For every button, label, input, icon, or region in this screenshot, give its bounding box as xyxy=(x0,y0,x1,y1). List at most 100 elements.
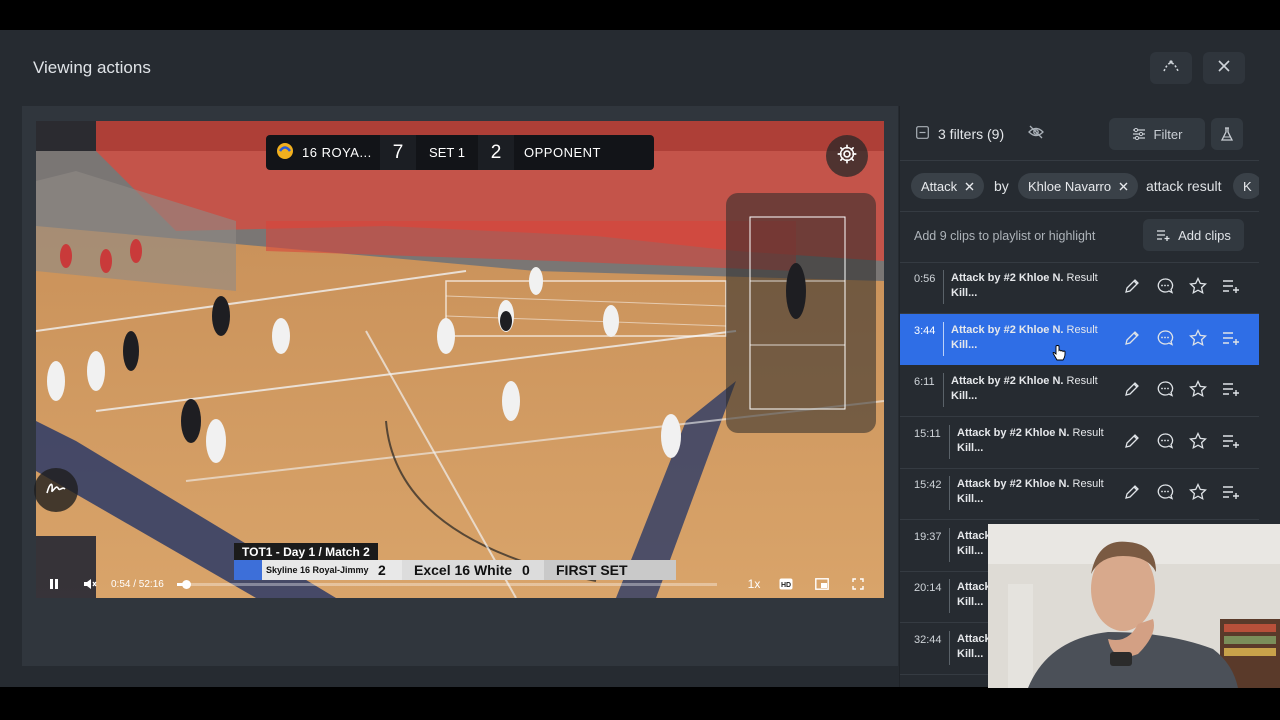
clip-result-value: Kill... xyxy=(957,493,984,505)
clip-result-value: Kill... xyxy=(951,390,978,402)
clip-result-value: Kill... xyxy=(951,338,978,351)
video-frame-image xyxy=(36,121,884,598)
quality-button[interactable]: HD xyxy=(771,578,801,590)
draw-icon xyxy=(45,480,67,501)
add-clips-button[interactable]: Add clips xyxy=(1143,219,1244,251)
scorebar-team1-name: 16 ROYA... xyxy=(302,145,372,160)
edit-icon[interactable] xyxy=(1122,379,1142,399)
filters-count-label: 3 filters (9) xyxy=(938,126,1005,142)
edit-icon[interactable] xyxy=(1122,431,1142,451)
close-button[interactable] xyxy=(1203,52,1245,84)
broadcast-event-label: TOT1 - Day 1 / Match 2 xyxy=(234,543,378,561)
sliders-icon xyxy=(1132,128,1145,140)
clip-timestamp: 32:44 xyxy=(914,633,942,646)
star-icon[interactable] xyxy=(1188,379,1208,399)
edit-icon[interactable] xyxy=(1122,276,1142,296)
comment-icon[interactable] xyxy=(1155,379,1175,399)
scorebar-score2: 2 xyxy=(478,135,514,170)
video-player[interactable] xyxy=(36,121,884,598)
chip-player[interactable]: Khloe Navarro xyxy=(1018,173,1139,199)
comment-icon[interactable] xyxy=(1155,328,1175,348)
star-icon[interactable] xyxy=(1188,482,1208,502)
close-icon xyxy=(1217,59,1231,78)
chip-attack-label: Attack xyxy=(921,178,958,194)
star-icon[interactable] xyxy=(1188,276,1208,296)
video-scrubber[interactable] xyxy=(177,579,717,589)
clip-action-title: Attack xyxy=(957,529,991,542)
hide-icon[interactable] xyxy=(1028,125,1044,144)
webcam-overlay xyxy=(988,524,1280,688)
modal-title: Viewing actions xyxy=(33,58,151,77)
fullscreen-button[interactable] xyxy=(843,578,873,590)
clip-timestamp: 15:11 xyxy=(914,427,941,440)
muted-icon xyxy=(84,579,97,589)
filter-button[interactable]: Filter xyxy=(1109,118,1205,150)
clip-result-label: Result xyxy=(1063,375,1098,387)
clip-actions xyxy=(1122,379,1241,399)
scorebar-team2-name: OPPONENT xyxy=(524,145,601,160)
collapse-filters-icon[interactable] xyxy=(916,126,929,144)
clip-result-value: Kill... xyxy=(957,647,984,660)
close-icon[interactable] xyxy=(1119,179,1128,194)
clip-row[interactable]: 0:56 Attack by #2 Khloe N. Result Kill... xyxy=(900,262,1259,314)
clip-description: Attack by #2 Khloe N. Result Kill... xyxy=(951,374,1111,404)
chip-result-label: K xyxy=(1243,178,1252,194)
clip-row[interactable]: 6:11 Attack by #2 Khloe N. Result Kill... xyxy=(900,365,1259,417)
clip-result-label: Result xyxy=(1063,272,1098,284)
chip-attack[interactable]: Attack xyxy=(911,173,985,199)
filters-header: 3 filters (9) Filter xyxy=(900,106,1259,161)
pause-icon xyxy=(50,579,58,589)
video-controls: 0:54 / 52:16 1x HD xyxy=(36,570,884,598)
clip-result-value: Kill... xyxy=(951,287,978,299)
playback-speed[interactable]: 1x xyxy=(737,577,771,591)
clip-description: Attack by #2 Khloe N. Result Kill... xyxy=(957,477,1117,507)
clip-row[interactable]: 15:11 Attack by #2 Khloe N. Result Kill... xyxy=(900,417,1259,469)
svg-text:HD: HD xyxy=(781,582,791,589)
star-icon[interactable] xyxy=(1188,328,1208,348)
clip-action-title: Attack xyxy=(957,632,991,645)
add-to-playlist-icon[interactable] xyxy=(1221,379,1241,399)
fullscreen-icon xyxy=(852,578,864,590)
scorebar-team1: 16 ROYA... xyxy=(266,142,380,163)
video-settings-button[interactable] xyxy=(826,135,868,177)
clip-row[interactable]: 15:42 Attack by #2 Khloe N. Result Kill... xyxy=(900,468,1259,520)
pause-button[interactable] xyxy=(39,578,69,590)
clip-player: by #2 Khloe N. xyxy=(984,375,1064,387)
edit-icon[interactable] xyxy=(1122,482,1142,502)
flask-icon xyxy=(1221,127,1233,141)
clip-action-title: Attack xyxy=(951,375,985,387)
timeline-button[interactable] xyxy=(1150,52,1192,84)
add-clips-button-label: Add clips xyxy=(1178,227,1231,243)
add-to-playlist-icon[interactable] xyxy=(1221,431,1241,451)
close-icon[interactable] xyxy=(965,179,974,194)
comment-icon[interactable] xyxy=(1155,482,1175,502)
clip-timestamp: 20:14 xyxy=(914,582,942,594)
add-to-playlist-icon[interactable] xyxy=(1221,482,1241,502)
clip-timestamp: 6:11 xyxy=(914,376,935,388)
scrubber-handle[interactable] xyxy=(182,579,192,589)
clip-divider xyxy=(949,424,950,459)
clip-actions xyxy=(1122,276,1241,296)
clip-timestamp: 3:44 xyxy=(914,324,936,337)
clip-actions xyxy=(1122,328,1241,348)
add-clips-row: Add 9 clips to playlist or highlight Add… xyxy=(900,212,1259,263)
chip-attack-result-text: attack result xyxy=(1146,178,1222,194)
clip-divider xyxy=(949,579,950,613)
edit-icon[interactable] xyxy=(1122,328,1142,348)
clip-actions xyxy=(1122,431,1241,451)
star-icon[interactable] xyxy=(1188,431,1208,451)
mute-button[interactable] xyxy=(75,577,105,591)
chip-result[interactable]: K xyxy=(1233,173,1259,199)
add-to-playlist-icon[interactable] xyxy=(1221,276,1241,296)
telestrator-button[interactable] xyxy=(34,468,78,512)
clip-action-title: Attack xyxy=(951,272,985,284)
add-to-playlist-icon[interactable] xyxy=(1221,328,1241,348)
comment-icon[interactable] xyxy=(1155,276,1175,296)
clip-timestamp: 0:56 xyxy=(914,273,936,285)
comment-icon[interactable] xyxy=(1155,431,1175,451)
clear-filters-button[interactable] xyxy=(1211,118,1243,150)
clip-row[interactable]: 3:44 Attack by #2 Khloe N. Result Kill... xyxy=(900,313,1259,365)
pip-button[interactable] xyxy=(807,578,837,590)
clip-result-value: Kill... xyxy=(957,544,984,557)
hand-cursor-icon xyxy=(1052,345,1066,366)
